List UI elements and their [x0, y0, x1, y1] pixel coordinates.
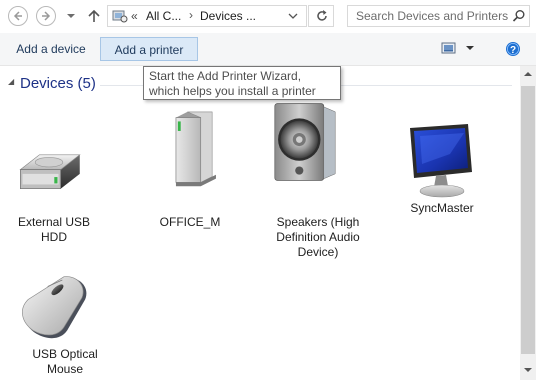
- breadcrumb-item-devices[interactable]: Devices ...: [200, 9, 256, 23]
- address-bar-row: « All C... › Devices ... Search Devices …: [0, 0, 536, 33]
- device-label: External USB HDD: [17, 215, 91, 244]
- svg-text:?: ?: [510, 45, 516, 56]
- search-icon[interactable]: [512, 9, 526, 23]
- add-printer-tooltip: Start the Add Printer Wizard, which help…: [143, 66, 341, 100]
- up-button[interactable]: [86, 8, 102, 24]
- chevron-down-icon: [67, 14, 75, 18]
- chevron-down-icon: [466, 46, 474, 50]
- search-placeholder[interactable]: Search Devices and Printers: [356, 9, 508, 23]
- vertical-scrollbar[interactable]: [520, 66, 536, 380]
- help-icon: ?: [506, 42, 520, 56]
- forward-arrow-icon: [42, 11, 51, 21]
- device-label: USB Optical Mouse: [32, 347, 98, 376]
- help-button[interactable]: ?: [505, 41, 521, 57]
- add-device-button[interactable]: Add a device: [8, 37, 94, 61]
- external-hdd-icon: [19, 154, 81, 190]
- device-speakers[interactable]: Speakers (High Definition Audio Device): [270, 102, 366, 259]
- address-dropdown-button[interactable]: [288, 9, 298, 26]
- device-office-m[interactable]: OFFICE_M: [142, 111, 238, 229]
- devices-content-pane: ◢ Devices (5) External USB HDD OFFICE_M …: [0, 66, 520, 380]
- collapse-triangle-icon[interactable]: ◢: [8, 77, 14, 86]
- devices-group-title: Devices (5): [20, 75, 96, 92]
- forward-button[interactable]: [36, 6, 56, 26]
- refresh-icon: [317, 10, 327, 21]
- search-box[interactable]: Search Devices and Printers: [347, 5, 530, 27]
- back-arrow-icon: [13, 11, 22, 21]
- up-arrow-icon: [88, 9, 100, 22]
- device-label: SyncMaster: [410, 201, 474, 215]
- refresh-button[interactable]: [308, 5, 334, 27]
- mouse-icon: [22, 276, 87, 339]
- view-options-icon: [441, 42, 456, 54]
- breadcrumb-item-all-control-panel[interactable]: All C...: [146, 9, 181, 23]
- change-view-button[interactable]: [441, 41, 477, 59]
- address-bar[interactable]: « All C... › Devices ...: [107, 5, 307, 27]
- scroll-down-arrow-icon[interactable]: [524, 366, 532, 374]
- scrollbar-thumb[interactable]: [521, 86, 535, 354]
- breadcrumb-overflow[interactable]: «: [131, 9, 138, 23]
- device-usb-optical-mouse[interactable]: USB Optical Mouse: [16, 266, 112, 376]
- monitor-icon: [410, 124, 472, 198]
- back-button[interactable]: [8, 6, 28, 26]
- add-printer-button[interactable]: Add a printer: [100, 37, 198, 61]
- breadcrumb-separator: ›: [189, 8, 193, 22]
- control-panel-icon: [112, 10, 128, 23]
- chevron-down-icon: [288, 13, 298, 19]
- command-bar: Add a device Add a printer ?: [0, 33, 536, 66]
- computer-tower-icon: [175, 111, 216, 187]
- scroll-up-arrow-icon[interactable]: [524, 70, 532, 78]
- device-external-usb-hdd[interactable]: External USB HDD: [18, 116, 114, 244]
- speaker-icon: [274, 103, 336, 181]
- device-label: OFFICE_M: [159, 215, 221, 229]
- device-syncmaster[interactable]: SyncMaster: [394, 122, 490, 222]
- recent-locations-button[interactable]: [64, 9, 78, 23]
- device-label: Speakers (High Definition Audio Device): [276, 215, 360, 259]
